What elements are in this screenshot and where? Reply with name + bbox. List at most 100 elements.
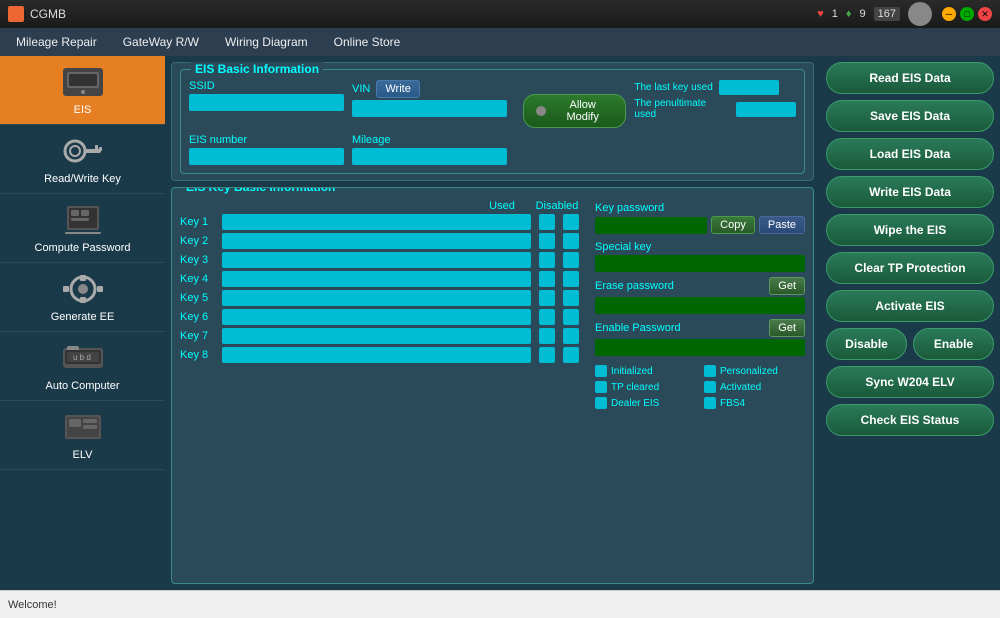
- penultimate-label: The penultimate used: [634, 98, 730, 120]
- eis-basic-title: EIS Basic Information: [195, 62, 319, 76]
- read-eis-button[interactable]: Read EIS Data: [826, 62, 994, 94]
- autocomputer-icon: u b d: [59, 340, 107, 376]
- key-3-label: Key 3: [180, 254, 218, 266]
- sidebar-item-eis[interactable]: EIS: [0, 56, 165, 125]
- write-eis-button[interactable]: Write EIS Data: [826, 176, 994, 208]
- legend-box-0: [595, 365, 607, 377]
- key-row-4: Key 4: [180, 271, 587, 287]
- key-3-disabled-checkbox[interactable]: [563, 252, 579, 268]
- key-4-used-checkbox[interactable]: [539, 271, 555, 287]
- key-7-used-checkbox[interactable]: [539, 328, 555, 344]
- erase-get-button[interactable]: Get: [769, 277, 805, 295]
- sidebar-item-compute[interactable]: Compute Password: [0, 194, 165, 263]
- enable-password-section: Enable Password Get: [595, 319, 805, 356]
- sync-w204-button[interactable]: Sync W204 ELV: [826, 366, 994, 398]
- sidebar-item-generate[interactable]: Generate EE: [0, 263, 165, 332]
- last-key-input: [719, 80, 779, 95]
- sidebar-item-elv[interactable]: ELV: [0, 401, 165, 470]
- special-key-label: Special key: [595, 241, 651, 253]
- enable-button[interactable]: Enable: [913, 328, 994, 360]
- key-8-used-checkbox[interactable]: [539, 347, 555, 363]
- key-row-3: Key 3: [180, 252, 587, 268]
- key-6-used-checkbox[interactable]: [539, 309, 555, 325]
- mileage-label: Mileage: [352, 134, 507, 146]
- allow-modify-button[interactable]: Allow Modify: [523, 94, 626, 128]
- disable-button[interactable]: Disable: [826, 328, 907, 360]
- legend-label-0: Initialized: [611, 366, 653, 377]
- legend-item-5: FBS4: [704, 397, 805, 409]
- close-button[interactable]: ✕: [978, 7, 992, 21]
- sidebar-item-autocomputer[interactable]: u b d Auto Computer: [0, 332, 165, 401]
- app-logo: [8, 6, 24, 22]
- key-6-disabled-checkbox[interactable]: [563, 309, 579, 325]
- key-rows: Key 1Key 2Key 3Key 4Key 5Key 6Key 7Key 8: [180, 214, 587, 363]
- save-eis-button[interactable]: Save EIS Data: [826, 100, 994, 132]
- sidebar-item-readwrite[interactable]: Read/Write Key: [0, 125, 165, 194]
- key-row-6: Key 6: [180, 309, 587, 325]
- key-password-input[interactable]: [595, 217, 707, 234]
- key-right-panel: Key password Copy Paste Special key: [595, 200, 805, 579]
- check-status-button[interactable]: Check EIS Status: [826, 404, 994, 436]
- menu-mileage-repair[interactable]: Mileage Repair: [4, 31, 109, 53]
- key-5-bar: [222, 290, 531, 306]
- key-3-used-checkbox[interactable]: [539, 252, 555, 268]
- paste-button[interactable]: Paste: [759, 216, 805, 234]
- menu-online-store[interactable]: Online Store: [322, 31, 413, 53]
- erase-password-input[interactable]: [595, 297, 805, 314]
- generate-icon-container: [59, 271, 107, 307]
- activate-eis-button[interactable]: Activate EIS: [826, 290, 994, 322]
- menu-gateway-rw[interactable]: GateWay R/W: [111, 31, 211, 53]
- key-row-8: Key 8: [180, 347, 587, 363]
- titlebar-stats: ♥ 1 ♦ 9 167: [817, 2, 932, 26]
- load-eis-button[interactable]: Load EIS Data: [826, 138, 994, 170]
- enable-get-button[interactable]: Get: [769, 319, 805, 337]
- col-disabled-header: Disabled: [527, 200, 587, 212]
- legend-box-2: [595, 381, 607, 393]
- sidebar-eis-label: EIS: [74, 104, 92, 116]
- content-area: EIS Basic Information SSID VIN Write: [165, 56, 820, 590]
- erase-password-label: Erase password: [595, 280, 674, 292]
- copy-button[interactable]: Copy: [711, 216, 755, 234]
- key-2-disabled-checkbox[interactable]: [563, 233, 579, 249]
- maximize-button[interactable]: □: [960, 7, 974, 21]
- ssid-input[interactable]: [189, 94, 344, 111]
- legend-box-4: [595, 397, 607, 409]
- key-icon: [59, 133, 107, 169]
- window-controls[interactable]: ─ □ ✕: [942, 7, 992, 21]
- key-6-bar: [222, 309, 531, 325]
- legend-box-1: [704, 365, 716, 377]
- menu-wiring-diagram[interactable]: Wiring Diagram: [213, 31, 320, 53]
- avatar: [908, 2, 932, 26]
- vin-input[interactable]: [352, 100, 507, 117]
- mileage-input[interactable]: [352, 148, 507, 165]
- enable-password-input[interactable]: [595, 339, 805, 356]
- clear-tp-button[interactable]: Clear TP Protection: [826, 252, 994, 284]
- write-button[interactable]: Write: [376, 80, 419, 98]
- key-5-disabled-checkbox[interactable]: [563, 290, 579, 306]
- key-8-disabled-checkbox[interactable]: [563, 347, 579, 363]
- eis-number-input[interactable]: [189, 148, 344, 165]
- wipe-eis-button[interactable]: Wipe the EIS: [826, 214, 994, 246]
- sidebar-readwrite-label: Read/Write Key: [44, 173, 121, 185]
- menubar: Mileage Repair GateWay R/W Wiring Diagra…: [0, 28, 1000, 56]
- allow-modify-indicator: [536, 106, 546, 116]
- key-5-used-checkbox[interactable]: [539, 290, 555, 306]
- eis-key-title: EIS Key Basic Information: [186, 187, 335, 194]
- titlebar: CGMB ♥ 1 ♦ 9 167 ─ □ ✕: [0, 0, 1000, 28]
- key-8-label: Key 8: [180, 349, 218, 361]
- sidebar: EIS Read/Write Key: [0, 56, 165, 590]
- key-3-bar: [222, 252, 531, 268]
- key-7-disabled-checkbox[interactable]: [563, 328, 579, 344]
- heart-count: 1: [832, 8, 838, 20]
- statusbar: Welcome!: [0, 590, 1000, 618]
- key-1-disabled-checkbox[interactable]: [563, 214, 579, 230]
- svg-text:u b d: u b d: [73, 353, 91, 362]
- key-1-used-checkbox[interactable]: [539, 214, 555, 230]
- special-key-input[interactable]: [595, 255, 805, 272]
- minimize-button[interactable]: ─: [942, 7, 956, 21]
- key-6-label: Key 6: [180, 311, 218, 323]
- key-4-disabled-checkbox[interactable]: [563, 271, 579, 287]
- key-2-used-checkbox[interactable]: [539, 233, 555, 249]
- key-icon-container: [59, 133, 107, 169]
- sidebar-elv-label: ELV: [73, 449, 93, 461]
